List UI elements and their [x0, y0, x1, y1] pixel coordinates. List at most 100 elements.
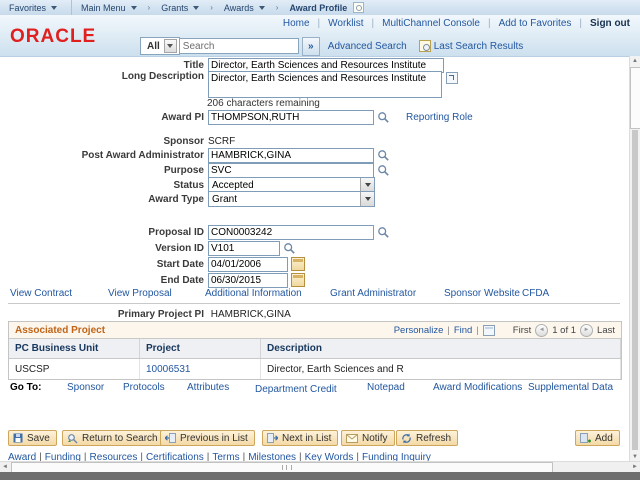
search-input[interactable]	[180, 38, 299, 54]
save-button[interactable]: Save	[8, 430, 57, 446]
next-in-list-button[interactable]: Next in List	[262, 430, 338, 446]
return-to-search-icon	[67, 433, 78, 444]
lookup-icon[interactable]	[377, 149, 390, 162]
sponsor-website-link[interactable]: Sponsor Website	[444, 288, 520, 299]
pager-counter: 1 of 1	[552, 325, 576, 336]
next-in-list-label: Next in List	[282, 433, 331, 444]
lookup-icon[interactable]	[377, 164, 390, 177]
associated-project-table: PC Business Unit Project Description USC…	[9, 339, 621, 379]
search-scope-dropdown[interactable]: All	[140, 37, 180, 55]
reporting-role-link[interactable]: Reporting Role	[406, 112, 473, 123]
table-row: USCSP 10006531 Director, Earth Sciences …	[9, 359, 621, 380]
long-description-textarea[interactable]: Director, Earth Sciences and Resources I…	[208, 71, 442, 98]
table-header-row: PC Business Unit Project Description	[9, 339, 621, 359]
favorites-label: Favorites	[9, 3, 46, 13]
cfda-link[interactable]: CFDA	[522, 288, 549, 299]
home-link[interactable]: Home	[283, 18, 310, 29]
scroll-right-icon[interactable]	[630, 462, 640, 472]
goto-sponsor-link[interactable]: Sponsor	[67, 382, 104, 393]
favorites-menu[interactable]: Favorites	[0, 0, 72, 15]
pager-last-label: Last	[597, 325, 615, 336]
add-button[interactable]: Add	[575, 430, 620, 446]
refresh-button[interactable]: Refresh	[396, 430, 458, 446]
post-award-admin-input[interactable]	[208, 148, 374, 163]
search-go-button[interactable]: »	[302, 37, 320, 56]
award-type-label: Award Type	[0, 194, 208, 205]
vertical-scroll-thumb[interactable]	[630, 67, 640, 129]
goto-award-modifications-link[interactable]: Award Modifications	[433, 382, 522, 393]
page-zoom-icon[interactable]	[353, 2, 364, 13]
grid-title: Associated Project	[15, 325, 105, 336]
pager-first-label: First	[513, 325, 531, 336]
scroll-up-icon[interactable]	[630, 56, 640, 66]
scroll-left-icon[interactable]	[0, 462, 10, 472]
return-to-search-button[interactable]: Return to Search	[62, 430, 165, 446]
breadcrumb-label: Main Menu	[81, 3, 126, 13]
version-id-row: Version ID	[0, 240, 296, 256]
return-to-search-label: Return to Search	[82, 433, 158, 444]
find-link[interactable]: Find	[454, 325, 472, 336]
breadcrumb-main-menu[interactable]: Main Menu	[72, 0, 146, 15]
link-separator: |	[310, 18, 329, 29]
personalize-link[interactable]: Personalize	[394, 325, 444, 336]
grant-administrator-link[interactable]: Grant Administrator	[330, 288, 416, 299]
goto-notepad-link[interactable]: Notepad	[367, 382, 405, 393]
start-date-input[interactable]	[208, 257, 288, 272]
chevron-down-icon	[360, 178, 374, 192]
sponsor-value: SCRF	[208, 136, 235, 147]
award-pi-row: Award PI Reporting Role	[0, 109, 473, 125]
last-search-results-link[interactable]: Last Search Results	[434, 41, 524, 52]
worklist-link[interactable]: Worklist	[328, 18, 363, 29]
vertical-scrollbar[interactable]	[629, 56, 640, 462]
award-type-dropdown[interactable]: Grant	[208, 191, 375, 207]
goto-department-credit-link[interactable]: Department Credit	[255, 384, 337, 395]
project-link[interactable]: 10006531	[146, 364, 191, 375]
chevron-down-icon	[164, 39, 177, 53]
previous-in-list-icon	[165, 433, 176, 443]
last-search-results[interactable]: Last Search Results	[419, 40, 524, 52]
chevron-down-icon	[360, 192, 374, 206]
save-label: Save	[27, 433, 50, 444]
grid-pager: First 1 of 1 Last	[513, 324, 615, 337]
previous-in-list-button[interactable]: Previous in List	[160, 430, 255, 446]
lookup-icon[interactable]	[377, 226, 390, 239]
cell-description: Director, Earth Sciences and R	[261, 359, 621, 380]
post-award-admin-row: Post Award Administrator	[0, 147, 390, 163]
calendar-icon[interactable]	[291, 257, 305, 271]
sponsor-label: Sponsor	[0, 136, 208, 147]
notify-button[interactable]: Notify	[341, 430, 395, 446]
breadcrumb-awards[interactable]: Awards	[215, 0, 274, 15]
status-label: Status	[0, 180, 208, 191]
proposal-id-input[interactable]	[208, 225, 374, 240]
sign-out-link[interactable]: Sign out	[590, 18, 630, 29]
view-proposal-link[interactable]: View Proposal	[108, 288, 172, 299]
calendar-icon[interactable]	[291, 273, 305, 287]
additional-information-link[interactable]: Additional Information	[205, 288, 302, 299]
version-id-input[interactable]	[208, 241, 280, 256]
breadcrumb-grants[interactable]: Grants	[152, 0, 208, 15]
scroll-grip	[282, 465, 292, 470]
multichannel-console-link[interactable]: MultiChannel Console	[382, 18, 480, 29]
goto-protocols-link[interactable]: Protocols	[123, 382, 165, 393]
vertical-scroll-track[interactable]	[632, 130, 638, 450]
purpose-input[interactable]	[208, 163, 374, 178]
add-to-favorites-link[interactable]: Add to Favorites	[499, 18, 572, 29]
award-pi-input[interactable]	[208, 110, 374, 125]
view-all-icon[interactable]	[483, 325, 495, 336]
end-date-input[interactable]	[208, 273, 288, 288]
pager-next-icon[interactable]	[580, 324, 593, 337]
lookup-icon[interactable]	[283, 242, 296, 255]
pager-previous-icon[interactable]	[535, 324, 548, 337]
goto-attributes-link[interactable]: Attributes	[187, 382, 229, 393]
title-label: Title	[0, 60, 208, 71]
header-band: ORACLE Home | Worklist | MultiChannel Co…	[0, 15, 640, 57]
view-contract-link[interactable]: View Contract	[10, 288, 72, 299]
associated-project-grid: Associated Project Personalize | Find | …	[8, 321, 622, 380]
goto-supplemental-data-link[interactable]: Supplemental Data	[528, 382, 613, 393]
lookup-icon[interactable]	[377, 111, 390, 124]
horizontal-scrollbar[interactable]	[0, 461, 640, 472]
advanced-search-link[interactable]: Advanced Search	[328, 41, 407, 52]
breadcrumb-label: Grants	[161, 3, 188, 13]
expand-icon[interactable]	[446, 72, 458, 84]
column-header-project: Project	[140, 339, 261, 359]
